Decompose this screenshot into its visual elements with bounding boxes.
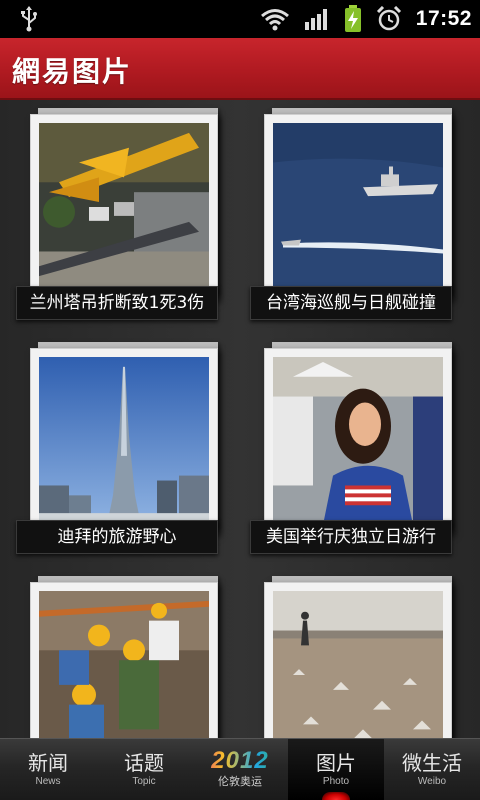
photo-thumbnail-workers[interactable] xyxy=(39,591,209,738)
photo-thumbnail-tombs[interactable] xyxy=(273,591,443,738)
tab-label: 话题 xyxy=(124,751,164,775)
tab-sublabel: Topic xyxy=(132,776,156,787)
battery-charging-icon xyxy=(344,5,361,32)
tab-sublabel: News xyxy=(35,776,61,787)
app-title: 網易图片 xyxy=(12,55,133,88)
bottom-tab-bar: 新闻 News 话题 Topic 2012 伦敦奥运 图片 Photo 微生活 … xyxy=(0,738,480,800)
tab-photo[interactable]: 图片 Photo xyxy=(288,739,384,800)
clock: 17:52 xyxy=(415,7,472,30)
tab-label: 图片 xyxy=(316,751,356,775)
photo-frame xyxy=(30,114,218,300)
photo-frame xyxy=(30,348,218,534)
tab-weibo[interactable]: 微生活 Weibo xyxy=(384,739,480,800)
tab-news[interactable]: 新闻 News xyxy=(0,739,96,800)
tab-label: 新闻 xyxy=(28,751,68,775)
app-header: 網易图片 xyxy=(0,38,480,100)
signal-icon xyxy=(304,9,327,30)
photo-caption[interactable]: 美国举行庆独立日游行 xyxy=(250,520,452,554)
photo-gallery: 兰州塔吊折断致1死3伤 台湾海巡舰与日舰碰撞 迪拜的旅游野心 美国举行庆独立日游… xyxy=(0,100,480,738)
photo-caption[interactable]: 迪拜的旅游野心 xyxy=(16,520,218,554)
tab-london-olympics[interactable]: 2012 伦敦奥运 xyxy=(192,739,288,800)
photo-caption[interactable]: 台湾海巡舰与日舰碰撞 xyxy=(250,286,452,320)
photo-frame xyxy=(30,582,218,738)
status-bar: 17:52 xyxy=(0,0,480,38)
tab-label: 微生活 xyxy=(402,751,462,775)
wifi-icon xyxy=(260,9,289,31)
photo-thumbnail-ships[interactable] xyxy=(273,123,443,291)
photo-frame xyxy=(264,348,452,534)
tab-sublabel: Weibo xyxy=(417,776,447,787)
photo-thumbnail-crane[interactable] xyxy=(39,123,209,291)
photo-caption[interactable]: 兰州塔吊折断致1死3伤 xyxy=(16,286,218,320)
tab-topic[interactable]: 话题 Topic xyxy=(96,739,192,800)
photo-frame xyxy=(264,582,452,738)
alarm-icon xyxy=(376,6,401,31)
olympics-2012-logo: 2012 xyxy=(192,747,288,775)
photo-thumbnail-dubai[interactable] xyxy=(39,357,209,525)
photo-frame xyxy=(264,114,452,300)
tab-sublabel: 伦敦奥运 xyxy=(218,775,262,788)
active-tab-indicator xyxy=(322,792,350,800)
tab-sublabel: Photo xyxy=(322,776,350,787)
photo-thumbnail-parade[interactable] xyxy=(273,357,443,525)
usb-icon xyxy=(21,6,37,32)
